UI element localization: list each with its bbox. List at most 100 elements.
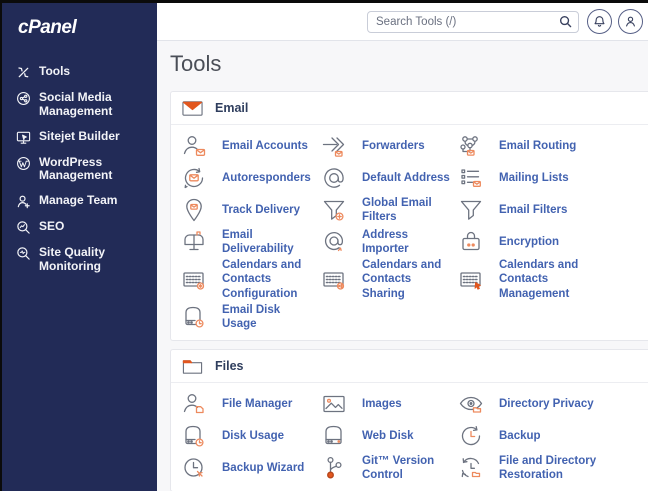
tool-item-calendars-and-contacts-configuration[interactable]: Calendars and Contacts Configuration bbox=[181, 258, 321, 301]
tool-item-email-accounts[interactable]: Email Accounts bbox=[181, 130, 321, 162]
section-card-email: Email Email Accounts Forwarders Email Routi… bbox=[170, 91, 648, 341]
wordpress-icon bbox=[16, 156, 31, 171]
search-wrap bbox=[367, 11, 579, 33]
list-icon bbox=[458, 165, 484, 191]
section-header: Files bbox=[171, 350, 648, 383]
sidebar-item-wordpress-management[interactable]: WordPress Management bbox=[16, 152, 147, 188]
sidebar-item-label: Social Media Management bbox=[39, 91, 147, 119]
tool-item-label: Email Deliverability bbox=[222, 228, 315, 257]
git-icon bbox=[321, 455, 347, 481]
tool-item-label: Email Routing bbox=[499, 139, 576, 153]
tool-item-email-disk-usage[interactable]: Email Disk Usage bbox=[181, 301, 321, 333]
tools-icon bbox=[16, 65, 31, 80]
tool-item-email-routing[interactable]: Email Routing bbox=[458, 130, 648, 162]
account-button[interactable] bbox=[618, 9, 643, 34]
sidebar-item-label: Sitejet Builder bbox=[39, 130, 120, 144]
clock-arrow-icon bbox=[458, 423, 484, 449]
tool-item-calendars-and-contacts-management[interactable]: Calendars and Contacts Management bbox=[458, 258, 648, 301]
tool-item-label: Calendars and Contacts Sharing bbox=[362, 258, 452, 301]
disk-clock-icon bbox=[181, 304, 207, 330]
tool-item-label: Directory Privacy bbox=[499, 397, 594, 411]
tool-item-label: Forwarders bbox=[362, 139, 425, 153]
at-icon bbox=[321, 165, 347, 191]
tool-item-email-filters[interactable]: Email Filters bbox=[458, 194, 648, 226]
sidebar-item-sitejet-builder[interactable]: Sitejet Builder bbox=[16, 126, 147, 149]
tool-item-email-deliverability[interactable]: Email Deliverability bbox=[181, 226, 321, 258]
tool-item-file-and-directory-restoration[interactable]: File and Directory Restoration bbox=[458, 452, 648, 484]
section-title: Email bbox=[215, 101, 248, 115]
folder-icon bbox=[182, 358, 203, 375]
search-input[interactable] bbox=[367, 11, 579, 33]
section-header: Email bbox=[171, 92, 648, 125]
sidebar-item-label: WordPress Management bbox=[39, 156, 147, 184]
tool-item-track-delivery[interactable]: Track Delivery bbox=[181, 194, 321, 226]
tool-item-disk-usage[interactable]: Disk Usage bbox=[181, 420, 321, 452]
mailbox-icon bbox=[181, 229, 207, 255]
tool-item-label: Backup bbox=[499, 429, 541, 443]
tool-item-autoresponders[interactable]: Autoresponders bbox=[181, 162, 321, 194]
tool-item-label: Git™ Version Control bbox=[362, 454, 452, 483]
eye-folder-icon bbox=[458, 391, 484, 417]
tool-item-label: Email Filters bbox=[499, 203, 567, 217]
route-icon bbox=[458, 133, 484, 159]
section-title: Files bbox=[215, 359, 244, 373]
clock-wand-icon bbox=[181, 455, 207, 481]
funnel-plus-icon bbox=[321, 197, 347, 223]
calendar-share-icon bbox=[321, 267, 347, 293]
tool-item-address-importer[interactable]: Address Importer bbox=[321, 226, 458, 258]
clock-restore-icon bbox=[458, 455, 484, 481]
tool-item-git-version-control[interactable]: Git™ Version Control bbox=[321, 452, 458, 484]
forward-arrow-icon bbox=[321, 133, 347, 159]
disk-icon bbox=[321, 423, 347, 449]
topbar bbox=[157, 3, 648, 41]
tool-item-label: Images bbox=[362, 397, 402, 411]
sitejet-icon bbox=[16, 130, 31, 145]
tool-item-label: Track Delivery bbox=[222, 203, 300, 217]
tool-item-global-email-filters[interactable]: Global Email Filters bbox=[321, 194, 458, 226]
tool-item-label: File and Directory Restoration bbox=[499, 454, 621, 483]
tool-item-backup[interactable]: Backup bbox=[458, 420, 648, 452]
sidebar-item-site-quality-monitoring[interactable]: Site Quality Monitoring bbox=[16, 242, 147, 278]
page-title: Tools bbox=[170, 51, 648, 77]
team-icon bbox=[16, 194, 31, 209]
tool-item-default-address[interactable]: Default Address bbox=[321, 162, 458, 194]
tool-item-label: Web Disk bbox=[362, 429, 414, 443]
user-icon bbox=[624, 15, 637, 28]
sidebar-item-seo[interactable]: SEO bbox=[16, 216, 147, 239]
tool-item-label: Calendars and Contacts Management bbox=[499, 258, 621, 301]
funnel-icon bbox=[458, 197, 484, 223]
sidebar-item-label: Manage Team bbox=[39, 194, 117, 208]
pin-mail-icon bbox=[181, 197, 207, 223]
tool-item-forwarders[interactable]: Forwarders bbox=[321, 130, 458, 162]
sidebar-item-manage-team[interactable]: Manage Team bbox=[16, 190, 147, 213]
sidebar: cPanel Tools Social Media Management Sitej… bbox=[2, 3, 157, 491]
tool-item-mailing-lists[interactable]: Mailing Lists bbox=[458, 162, 648, 194]
section-card-files: Files File Manager Images Directory Privacy… bbox=[170, 349, 648, 491]
bell-icon bbox=[593, 15, 606, 28]
tool-item-file-manager[interactable]: File Manager bbox=[181, 388, 321, 420]
tool-item-web-disk[interactable]: Web Disk bbox=[321, 420, 458, 452]
sidebar-item-label: Site Quality Monitoring bbox=[39, 246, 147, 274]
notifications-button[interactable] bbox=[587, 9, 612, 34]
tool-item-label: Email Accounts bbox=[222, 139, 308, 153]
sidebar-item-social-media-management[interactable]: Social Media Management bbox=[16, 87, 147, 123]
envelope-icon bbox=[182, 100, 203, 117]
tool-item-calendars-and-contacts-sharing[interactable]: Calendars and Contacts Sharing bbox=[321, 258, 458, 301]
tool-grid: Email Accounts Forwarders Email Routing Aut… bbox=[171, 125, 648, 340]
tool-item-label: Global Email Filters bbox=[362, 196, 452, 225]
person-file-icon bbox=[181, 391, 207, 417]
sidebar-item-tools[interactable]: Tools bbox=[16, 61, 147, 84]
search-icon[interactable] bbox=[559, 15, 572, 28]
tool-item-label: Email Disk Usage bbox=[222, 303, 315, 332]
image-icon bbox=[321, 391, 347, 417]
cpanel-logo[interactable]: cPanel bbox=[18, 17, 147, 39]
tool-item-encryption[interactable]: Encryption bbox=[458, 226, 648, 258]
tool-item-backup-wizard[interactable]: Backup Wizard bbox=[181, 452, 321, 484]
tool-item-label: Backup Wizard bbox=[222, 461, 304, 475]
tool-item-label: Address Importer bbox=[362, 228, 452, 257]
tool-item-label: Default Address bbox=[362, 171, 450, 185]
tool-item-directory-privacy[interactable]: Directory Privacy bbox=[458, 388, 648, 420]
tool-item-images[interactable]: Images bbox=[321, 388, 458, 420]
tool-item-label: Disk Usage bbox=[222, 429, 284, 443]
calendar-gear-icon bbox=[181, 267, 207, 293]
